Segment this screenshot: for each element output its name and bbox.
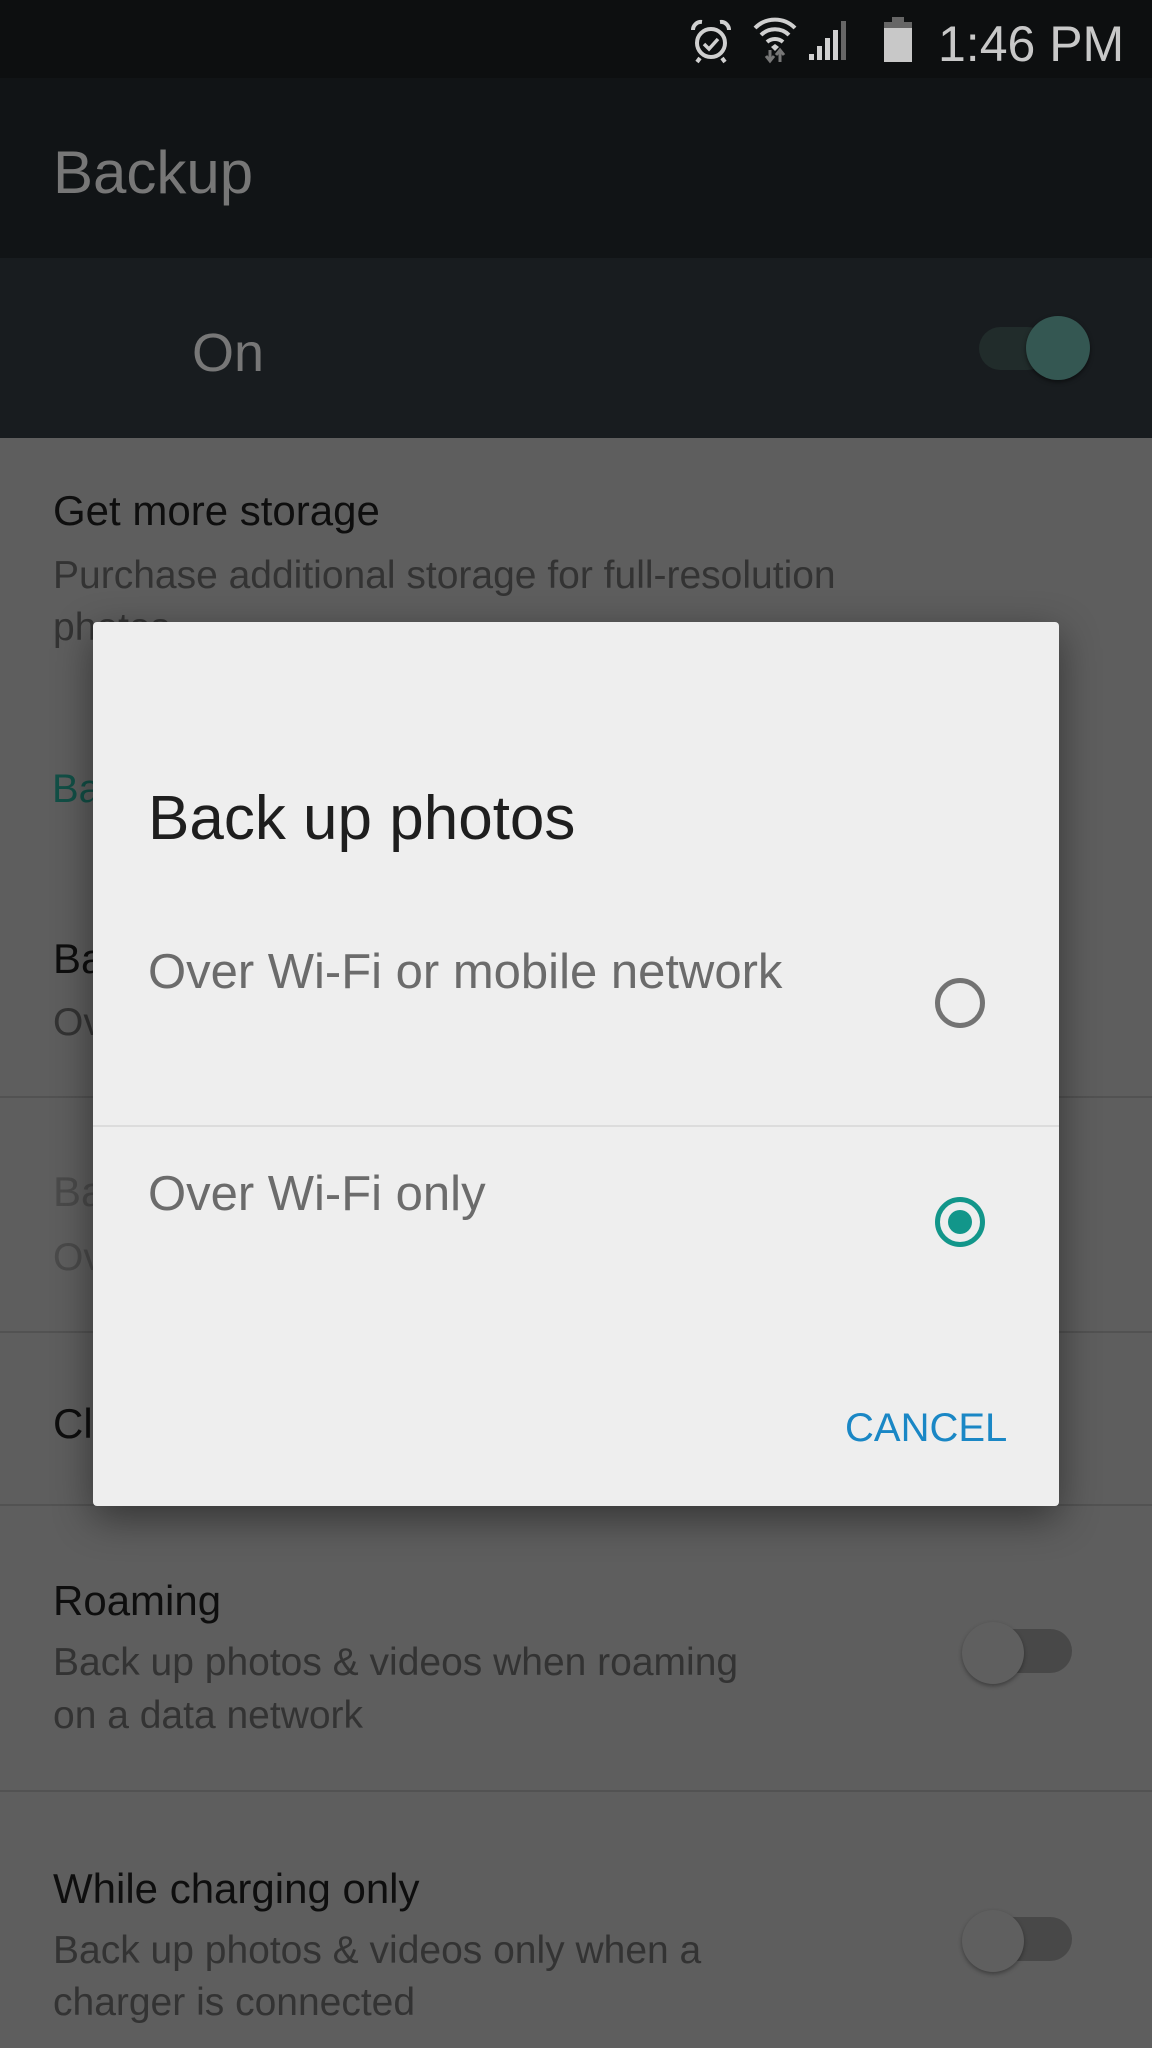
divider <box>0 1790 1152 1792</box>
radio-selected[interactable] <box>935 1197 985 1247</box>
setting-title: Get more storage <box>53 487 380 534</box>
setting-subtitle: Back up photos & videos only when a <box>53 1929 702 1972</box>
cancel-button[interactable]: CANCEL <box>845 1408 1007 1448</box>
radio-unselected[interactable] <box>935 978 985 1028</box>
roaming-toggle[interactable] <box>962 1622 1024 1684</box>
page-title: Backup <box>53 139 254 206</box>
charging-toggle[interactable] <box>962 1910 1024 1972</box>
option-wifi-or-mobile[interactable]: Over Wi-Fi or mobile network <box>93 872 1059 1125</box>
status-bar: 1:46 PM <box>0 0 1152 78</box>
alarm-icon <box>690 19 732 64</box>
option-label: Over Wi-Fi or mobile network <box>148 945 783 999</box>
signal-icon <box>809 21 846 60</box>
clock: 1:46 PM <box>938 16 1125 72</box>
setting-title: Cl <box>53 1400 93 1447</box>
setting-subtitle: Back up photos & videos when roaming <box>53 1641 739 1684</box>
setting-subtitle: Purchase additional storage for full-res… <box>53 554 836 597</box>
option-label: Over Wi-Fi only <box>148 1167 486 1221</box>
radio-dot <box>948 1210 972 1234</box>
master-switch-toggle[interactable] <box>1026 316 1090 380</box>
option-wifi-only[interactable]: Over Wi-Fi only <box>93 1127 1059 1347</box>
master-switch-label: On <box>192 323 265 383</box>
battery-icon <box>884 17 912 62</box>
wifi-icon <box>753 17 797 64</box>
backup-photos-dialog: Back up photos Over Wi-Fi or mobile netw… <box>93 622 1059 1506</box>
setting-subtitle-line2: on a data network <box>53 1694 364 1737</box>
setting-title: Roaming <box>53 1577 222 1624</box>
setting-title: While charging only <box>53 1865 420 1912</box>
dialog-title: Back up photos <box>148 784 576 853</box>
setting-subtitle-line2: charger is connected <box>53 1981 416 2024</box>
